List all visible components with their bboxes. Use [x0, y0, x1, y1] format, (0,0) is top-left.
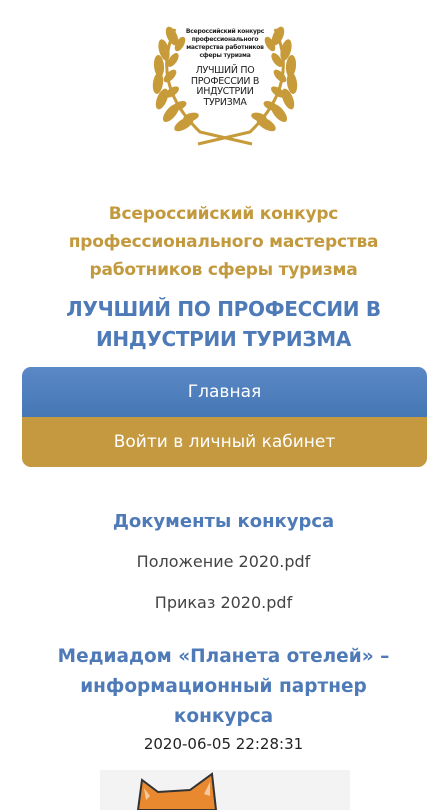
page-title: ЛУЧШИЙ ПО ПРОФЕССИИ В ИНДУСТРИИ ТУРИЗМА: [0, 294, 447, 354]
news-title-line: Медиадом «Планета отелей» –: [57, 646, 390, 667]
login-cabinet-button[interactable]: Войти в личный кабинет: [22, 417, 427, 467]
title-line: ИНДУСТРИИ ТУРИЗМА: [95, 327, 352, 351]
news-image[interactable]: [100, 770, 350, 810]
logo-big-text: ЛУЧШИЙ ПО ПРОФЕССИИ В ИНДУСТРИИ ТУРИЗМА: [190, 65, 260, 108]
documents-heading: Документы конкурса: [112, 511, 335, 532]
news-title-link[interactable]: Медиадом «Планета отелей» – информационн…: [40, 642, 407, 732]
document-link-order[interactable]: Приказ 2020.pdf: [0, 591, 447, 615]
news-title-line: конкурса: [173, 706, 274, 727]
contest-logo: Всероссийский конкурс профессионального …: [140, 14, 310, 152]
news-date: 2020-06-05 22:28:31: [143, 735, 304, 753]
subtitle-line: работников сферы туризма: [89, 260, 358, 280]
subtitle-line: профессионального мастерства: [68, 232, 379, 252]
document-link-regulation[interactable]: Положение 2020.pdf: [0, 550, 447, 574]
cat-mascot-icon: [136, 772, 218, 810]
title-line: ЛУЧШИЙ ПО ПРОФЕССИИ В: [66, 297, 381, 321]
home-button[interactable]: Главная: [22, 367, 427, 417]
main-nav: Главная Войти в личный кабинет: [22, 367, 427, 467]
subtitle-line: Всероссийский конкурс: [108, 204, 339, 224]
contest-subtitle: Всероссийский конкурс профессионального …: [0, 200, 447, 284]
logo-small-text: Всероссийский конкурс профессионального …: [185, 28, 265, 59]
news-title-line: информационный партнер: [80, 676, 367, 697]
logo-text: Всероссийский конкурс профессионального …: [182, 28, 268, 108]
